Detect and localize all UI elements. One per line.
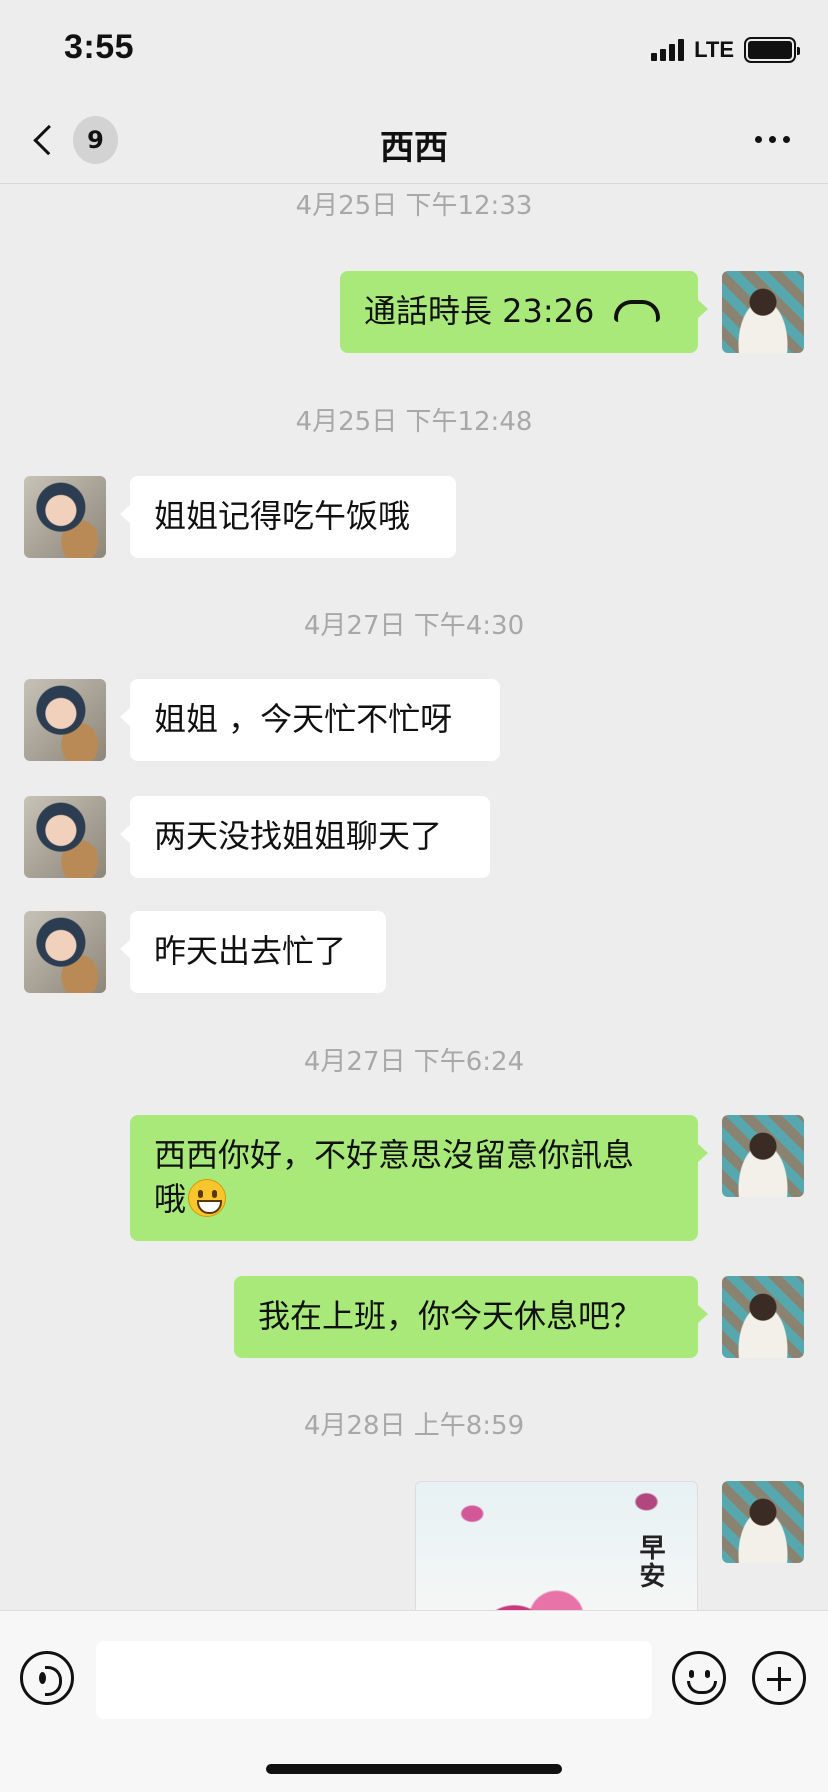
message-timestamp: 4月25日 下午12:48 [295,407,533,437]
image-message[interactable]: 早安 [415,1481,698,1610]
outgoing-message[interactable]: 我在上班，你今天休息吧？ [234,1276,708,1358]
contact-avatar[interactable] [24,679,106,761]
plus-icon[interactable] [752,1651,806,1705]
incoming-message[interactable]: 姐姐记得吃午饭哦 [120,476,456,558]
outgoing-message[interactable]: 西西你好，不好意思沒留意你訊息 哦 [130,1115,708,1241]
grinning-face-icon [188,1179,227,1217]
home-indicator[interactable] [266,1764,562,1774]
message-list[interactable]: 4月25日 下午12:33 通話時長 23:26 4月25日 下午12:48 姐… [0,185,828,1610]
message-text-line2: 哦 [154,1177,674,1221]
incoming-message[interactable]: 姐姐 ，今天忙不忙呀 [120,679,500,761]
phone-hangup-icon [614,300,661,322]
message-timestamp: 4月27日 下午4:30 [303,611,525,641]
chat-title: 西西 [380,128,448,168]
status-bar: 3:55 LTE [0,0,828,94]
network-type: LTE [694,37,734,62]
call-duration-text: 通話時長 23:26 [364,292,595,330]
my-avatar[interactable] [722,1481,804,1563]
my-avatar[interactable] [722,1115,804,1197]
message-timestamp: 4月28日 上午8:59 [303,1411,525,1441]
call-record-bubble[interactable]: 通話時長 23:26 [340,271,708,353]
battery-icon [744,37,800,63]
contact-avatar[interactable] [24,796,106,878]
contact-avatar[interactable] [24,476,106,558]
incoming-message[interactable]: 昨天出去忙了 [120,911,386,993]
message-timestamp: 4月25日 下午12:33 [295,191,533,221]
my-avatar[interactable] [722,1276,804,1358]
ellipsis-icon [755,136,762,143]
emoji-icon[interactable] [672,1651,726,1705]
status-indicators: LTE [651,36,800,64]
image-caption: 早安 [635,1534,665,1590]
message-text: 西西你好，不好意思沒留意你訊息 [154,1136,635,1174]
status-time: 3:55 [64,28,135,66]
nav-bar: 9 西西 [0,94,828,184]
more-button[interactable] [755,136,790,143]
contact-avatar[interactable] [24,911,106,993]
my-avatar[interactable] [722,271,804,353]
voice-icon[interactable] [20,1651,74,1705]
message-timestamp: 4月27日 下午6:24 [303,1047,525,1077]
signal-icon [651,39,685,61]
message-input[interactable] [96,1641,652,1719]
incoming-message[interactable]: 两天没找姐姐聊天了 [120,796,490,878]
